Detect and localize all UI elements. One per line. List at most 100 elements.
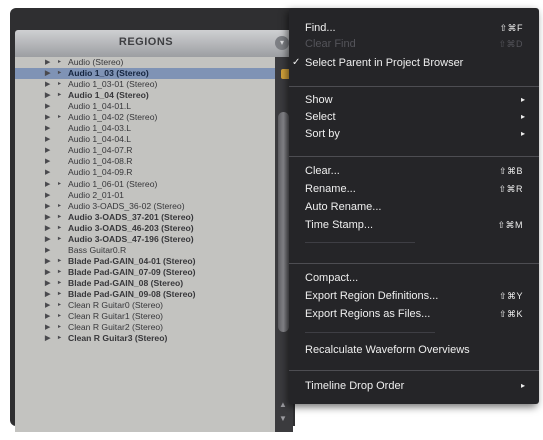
- region-row[interactable]: ▶ Audio 1_04-03.L: [15, 123, 275, 134]
- region-row[interactable]: ▶ ▸ Audio 1_03 (Stereo): [15, 68, 275, 80]
- disclosure-icon[interactable]: ▸: [58, 90, 61, 101]
- menu-item-compact[interactable]: Compact...: [289, 270, 539, 286]
- regions-list: ▶ ▸ Audio (Stereo) ▶ ▸ Audio 1_03 (Stereo) ▶ ▸ A…: [15, 57, 275, 432]
- disclosure-icon[interactable]: ▸: [58, 278, 61, 289]
- expand-triangle-icon[interactable]: ▶: [45, 289, 50, 300]
- menu-item-show[interactable]: Show ▸: [289, 92, 539, 108]
- expand-triangle-icon[interactable]: ▶: [45, 79, 50, 90]
- disclosure-icon[interactable]: ▸: [58, 57, 61, 68]
- menu-item-rename[interactable]: Rename... ⇧⌘R: [289, 181, 539, 197]
- region-name: Audio (Stereo): [68, 57, 124, 67]
- expand-triangle-icon[interactable]: ▶: [45, 322, 50, 333]
- region-row[interactable]: ▶ ▸ Clean R Guitar0 (Stereo): [15, 300, 275, 311]
- expand-triangle-icon[interactable]: ▶: [45, 134, 50, 145]
- menu-item-sort-by[interactable]: Sort by ▸: [289, 126, 539, 142]
- region-row[interactable]: ▶ ▸ Blade Pad-GAIN_08 (Stereo): [15, 278, 275, 289]
- region-row[interactable]: ▶ Audio 1_04-01.L: [15, 101, 275, 112]
- region-row[interactable]: ▶ Audio 1_04-07.R: [15, 145, 275, 156]
- disclosure-icon[interactable]: ▸: [58, 79, 61, 90]
- disclosure-icon[interactable]: ▸: [58, 234, 61, 245]
- region-row[interactable]: ▶ ▸ Audio 1_06-01 (Stereo): [15, 179, 275, 190]
- region-row[interactable]: ▶ ▸ Clean R Guitar1 (Stereo): [15, 311, 275, 322]
- menu-item-clear[interactable]: Clear... ⇧⌘B: [289, 163, 539, 179]
- expand-triangle-icon[interactable]: ▶: [45, 90, 50, 101]
- expand-triangle-icon[interactable]: ▶: [45, 223, 50, 234]
- expand-triangle-icon[interactable]: ▶: [45, 179, 50, 190]
- region-row[interactable]: ▶ ▸ Blade Pad-GAIN_04-01 (Stereo): [15, 256, 275, 267]
- menu-item-recalculate-waveform-overviews[interactable]: Recalculate Waveform Overviews: [289, 342, 539, 358]
- menu-item-timeline-drop-order[interactable]: Timeline Drop Order ▸: [289, 378, 539, 394]
- disclosure-icon[interactable]: ▸: [58, 289, 61, 300]
- region-row[interactable]: ▶ Audio 1_04-04.L: [15, 134, 275, 145]
- expand-triangle-icon[interactable]: ▶: [45, 256, 50, 267]
- region-name: Blade Pad-GAIN_09-08 (Stereo): [68, 288, 196, 299]
- region-row[interactable]: ▶ ▸ Audio 1_04 (Stereo): [15, 90, 275, 101]
- expand-triangle-icon[interactable]: ▶: [45, 311, 50, 322]
- expand-triangle-icon[interactable]: ▶: [45, 267, 50, 278]
- expand-triangle-icon[interactable]: ▶: [45, 167, 50, 178]
- disclosure-icon[interactable]: ▸: [58, 333, 61, 344]
- menu-item-auto-rename[interactable]: Auto Rename...: [289, 199, 539, 215]
- region-row[interactable]: ▶ Audio 1_04-09.R: [15, 167, 275, 178]
- region-row[interactable]: ▶ ▸ Audio 3-OADS_46-203 (Stereo): [15, 223, 275, 234]
- disclosure-icon[interactable]: ▸: [58, 256, 61, 267]
- disclosure-icon[interactable]: ▸: [58, 223, 61, 234]
- expand-triangle-icon[interactable]: ▶: [45, 212, 50, 223]
- expand-triangle-icon[interactable]: ▶: [45, 234, 50, 245]
- expand-triangle-icon[interactable]: ▶: [45, 300, 50, 311]
- expand-triangle-icon[interactable]: ▶: [45, 278, 50, 289]
- region-row[interactable]: ▶ ▸ Blade Pad-GAIN_09-08 (Stereo): [15, 289, 275, 300]
- region-name: Audio 2_01-01: [68, 189, 124, 200]
- region-name: Audio 1_04-09.R: [68, 167, 133, 178]
- expand-triangle-icon[interactable]: ▶: [45, 123, 50, 134]
- expand-triangle-icon[interactable]: ▶: [45, 190, 50, 201]
- scroll-down-icon[interactable]: ▼: [279, 414, 287, 423]
- region-row[interactable]: ▶ ▸ Audio (Stereo): [15, 57, 275, 68]
- expand-triangle-icon[interactable]: ▶: [45, 68, 50, 79]
- scroll-up-icon[interactable]: ▲: [279, 400, 287, 409]
- submenu-arrow-icon: ▸: [520, 112, 525, 121]
- region-row[interactable]: ▶ ▸ Audio 1_03-01 (Stereo): [15, 79, 275, 90]
- region-name: Blade Pad-GAIN_07-09 (Stereo): [68, 266, 196, 277]
- region-row[interactable]: ▶ ▸ Audio 3-OADS_37-201 (Stereo): [15, 212, 275, 223]
- menu-item-select-parent[interactable]: ✓ Select Parent in Project Browser: [289, 55, 539, 71]
- panel-menu-icon[interactable]: ▾: [275, 36, 289, 50]
- expand-triangle-icon[interactable]: ▶: [45, 57, 50, 68]
- disclosure-icon[interactable]: ▸: [58, 300, 61, 311]
- region-row[interactable]: ▶ Bass Guitar0.R: [15, 245, 275, 256]
- menu-item-export-region-definitions[interactable]: Export Region Definitions... ⇧⌘Y: [289, 288, 539, 304]
- disclosure-icon[interactable]: ▸: [58, 311, 61, 322]
- region-name: Audio 1_04 (Stereo): [68, 90, 149, 101]
- region-row[interactable]: ▶ ▸ Audio 3-OADS_36-02 (Stereo): [15, 201, 275, 212]
- scrollbar-thumb[interactable]: [278, 112, 289, 332]
- expand-triangle-icon[interactable]: ▶: [45, 101, 50, 112]
- disclosure-icon[interactable]: ▸: [58, 179, 61, 190]
- expand-triangle-icon[interactable]: ▶: [45, 156, 50, 167]
- regions-panel-header: REGIONS ▾: [15, 30, 293, 57]
- region-row[interactable]: ▶ Audio 1_04-08.R: [15, 156, 275, 167]
- disclosure-icon[interactable]: ▸: [58, 201, 61, 212]
- region-row[interactable]: ▶ Audio 2_01-01: [15, 190, 275, 201]
- menu-item-time-stamp[interactable]: Time Stamp... ⇧⌘M: [289, 217, 539, 233]
- expand-triangle-icon[interactable]: ▶: [45, 145, 50, 156]
- expand-triangle-icon[interactable]: ▶: [45, 201, 50, 212]
- region-name: Audio 1_04-08.R: [68, 156, 133, 167]
- expand-triangle-icon[interactable]: ▶: [45, 245, 50, 256]
- menu-item-export-regions-as-files[interactable]: Export Regions as Files... ⇧⌘K: [289, 306, 539, 322]
- region-row[interactable]: ▶ ▸ Audio 1_04-02 (Stereo): [15, 112, 275, 123]
- disclosure-icon[interactable]: ▸: [58, 112, 61, 123]
- region-row[interactable]: ▶ ▸ Clean R Guitar2 (Stereo): [15, 322, 275, 333]
- menu-item-find[interactable]: Find... ⇧⌘F: [289, 20, 539, 36]
- region-row[interactable]: ▶ ▸ Blade Pad-GAIN_07-09 (Stereo): [15, 267, 275, 278]
- region-row[interactable]: ▶ ▸ Clean R Guitar3 (Stereo): [15, 333, 275, 344]
- region-row[interactable]: ▶ ▸ Audio 3-OADS_47-196 (Stereo): [15, 234, 275, 245]
- disclosure-icon[interactable]: ▸: [58, 322, 61, 333]
- disclosure-icon[interactable]: ▸: [58, 68, 61, 79]
- expand-triangle-icon[interactable]: ▶: [45, 112, 50, 123]
- menu-item-select[interactable]: Select ▸: [289, 109, 539, 125]
- disclosure-icon[interactable]: ▸: [58, 267, 61, 278]
- region-name: Audio 1_03 (Stereo): [68, 68, 149, 79]
- disclosure-icon[interactable]: ▸: [58, 212, 61, 223]
- expand-triangle-icon[interactable]: ▶: [45, 333, 50, 344]
- region-name: Clean R Guitar3 (Stereo): [68, 333, 168, 344]
